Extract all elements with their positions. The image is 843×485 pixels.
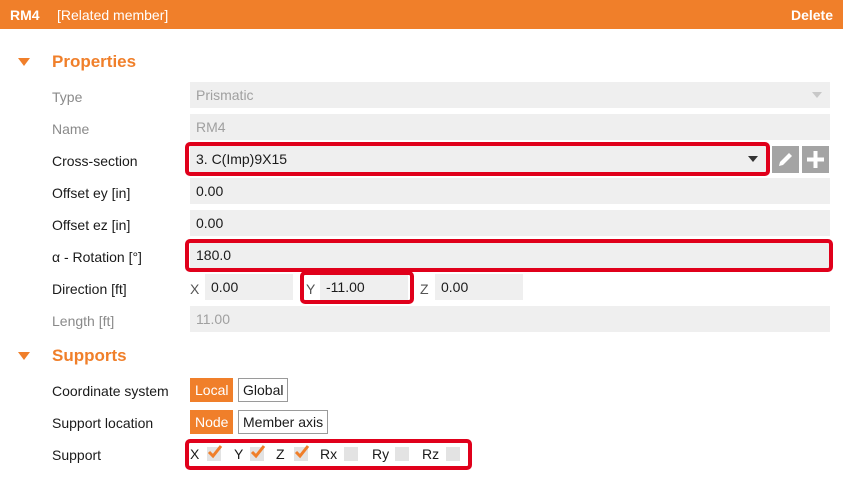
cross-section-value: 3. C(Imp)9X15 [196, 151, 288, 167]
name-label: Name [52, 121, 90, 137]
rotation-label: α - Rotation [°] [52, 249, 142, 265]
support-y-checkbox[interactable] [250, 445, 266, 461]
support-rx-checkbox[interactable] [344, 447, 358, 461]
type-label: Type [52, 89, 83, 105]
direction-x-label: X [190, 281, 200, 297]
direction-label: Direction [ft] [52, 281, 127, 297]
support-x-checkbox[interactable] [207, 445, 223, 461]
rotation-input[interactable]: 180.0 [190, 242, 830, 268]
offset-ez-label: Offset ez [in] [52, 217, 131, 233]
length-label: Length [ft] [52, 313, 115, 329]
cross-section-dropdown[interactable]: 3. C(Imp)9X15 [190, 146, 766, 172]
delete-button[interactable]: Delete [791, 7, 833, 23]
support-rz-label: Rz [422, 446, 440, 462]
pencil-icon [779, 153, 792, 166]
support-rz-checkbox[interactable] [446, 447, 460, 461]
coordinate-local-option[interactable]: Local [190, 378, 234, 402]
collapse-triangle-icon[interactable] [18, 352, 30, 360]
rotation-value: 180.0 [196, 247, 232, 263]
member-subtitle: [Related member] [57, 7, 169, 23]
type-dropdown: Prismatic [190, 82, 830, 108]
coordinate-global-option[interactable]: Global [238, 378, 289, 402]
offset-ez-value: 0.00 [196, 215, 224, 231]
direction-y-input[interactable]: -11.00 [320, 274, 408, 300]
support-x-label: X [190, 446, 200, 462]
plus-icon [807, 151, 824, 168]
name-value: RM4 [196, 119, 226, 135]
length-field: 11.00 [190, 306, 830, 332]
support-z-label: Z [276, 446, 285, 462]
direction-x-value: 0.00 [211, 279, 239, 295]
direction-z-label: Z [420, 281, 429, 297]
checkmark-icon [250, 445, 266, 459]
support-label: Support [52, 447, 102, 463]
offset-ey-value: 0.00 [196, 183, 224, 199]
checkmark-icon [207, 445, 223, 459]
support-z-checkbox[interactable] [294, 445, 310, 461]
checkmark-icon [294, 445, 310, 459]
member-title: RM4 [10, 7, 40, 23]
name-field: RM4 [190, 114, 830, 140]
length-value: 11.00 [196, 311, 230, 327]
offset-ez-input[interactable]: 0.00 [190, 210, 830, 236]
location-node-option[interactable]: Node [190, 410, 234, 434]
direction-z-input[interactable]: 0.00 [435, 274, 523, 300]
title-bar: RM4 [Related member] Delete [0, 0, 843, 29]
direction-z-value: 0.00 [441, 279, 469, 295]
support-y-label: Y [234, 446, 244, 462]
supports-section-title: Supports [52, 346, 127, 365]
support-ry-label: Ry [372, 446, 390, 462]
chevron-down-icon [812, 92, 822, 98]
support-ry-checkbox[interactable] [395, 447, 409, 461]
edit-cross-section-button[interactable] [772, 146, 799, 173]
direction-y-value: -11.00 [326, 279, 365, 295]
offset-ey-label: Offset ey [in] [52, 185, 131, 201]
support-rx-label: Rx [320, 446, 338, 462]
add-cross-section-button[interactable] [802, 146, 829, 173]
direction-x-input[interactable]: 0.00 [205, 274, 293, 300]
collapse-triangle-icon[interactable] [18, 58, 30, 66]
cross-section-label: Cross-section [52, 153, 138, 169]
type-value: Prismatic [196, 87, 254, 103]
location-member-axis-option[interactable]: Member axis [238, 410, 329, 434]
coordinate-system-label: Coordinate system [52, 383, 169, 399]
support-location-label: Support location [52, 415, 154, 431]
offset-ey-input[interactable]: 0.00 [190, 178, 830, 204]
properties-section-title: Properties [52, 52, 137, 71]
direction-y-label: Y [306, 281, 316, 297]
chevron-down-icon[interactable] [748, 156, 758, 162]
